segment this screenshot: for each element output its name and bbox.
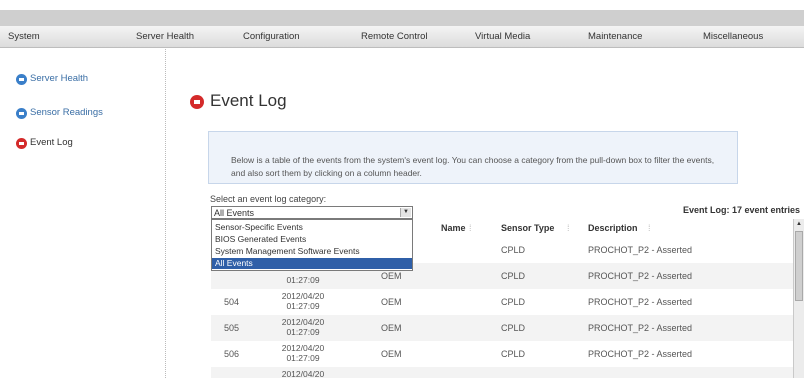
cell-id: 504 [224, 297, 240, 307]
sort-icon: ⁞ [567, 223, 570, 233]
nav-server-health[interactable]: Server Health [136, 26, 194, 48]
cell-description: PROCHOT_P2 - Asserted [588, 323, 693, 333]
option-all-events[interactable]: All Events [212, 258, 412, 269]
cell-sensor-name: OEM [381, 323, 402, 333]
scroll-up-icon[interactable]: ▲ [794, 219, 804, 229]
nav-system[interactable]: System [8, 26, 40, 48]
nav-maintenance[interactable]: Maintenance [588, 26, 642, 48]
category-label: Select an event log category: [210, 194, 327, 204]
cell-sensor-type: CPLD [501, 271, 526, 281]
column-header-name[interactable]: Name [441, 223, 466, 233]
table-scrollbar[interactable]: ▲ [793, 219, 804, 378]
cell-description: PROCHOT_P2 - Asserted [588, 245, 693, 255]
category-select[interactable]: All Events ▼ [211, 206, 413, 219]
column-header-description[interactable]: Description [588, 223, 638, 233]
option-system-management-software-events[interactable]: System Management Software Events [212, 246, 412, 257]
option-bios-generated-events[interactable]: BIOS Generated Events [212, 234, 412, 245]
category-dropdown[interactable]: Sensor-Specific Events BIOS Generated Ev… [211, 219, 413, 271]
table-row[interactable]: 505 2012/04/20 01:27:09 OEM CPLD PROCHOT_… [211, 315, 795, 341]
arrow-circle-icon [16, 74, 27, 85]
arrow-circle-icon [16, 138, 27, 149]
nav-virtual-media[interactable]: Virtual Media [475, 26, 530, 48]
sidebar-item-event-log[interactable]: Event Log [30, 135, 73, 151]
cell-sensor-name: OEM [381, 297, 402, 307]
sort-icon: ⁞ [648, 223, 651, 233]
main-nav: System Server Health Configuration Remot… [0, 26, 804, 48]
cell-time: 2012/04/20 01:27:09 [281, 343, 325, 363]
window-top [0, 0, 804, 10]
event-count: Event Log: 17 event entries [682, 205, 800, 215]
sidebar: Server Health Sensor Readings Event Log [0, 49, 166, 378]
info-text: Below is a table of the events from the … [231, 155, 715, 178]
cell-sensor-name: OEM [381, 349, 402, 359]
column-header-sensor-type[interactable]: Sensor Type [501, 223, 554, 233]
sidebar-item-sensor-readings[interactable]: Sensor Readings [30, 105, 103, 121]
cell-description: PROCHOT_P2 - Asserted [588, 349, 693, 359]
cell-sensor-type: CPLD [501, 323, 526, 333]
page-title: Event Log [210, 91, 287, 110]
cell-id: 505 [224, 323, 240, 333]
cell-sensor-name: OEM [381, 271, 402, 281]
option-sensor-specific-events[interactable]: Sensor-Specific Events [212, 222, 412, 233]
cell-sensor-type: CPLD [501, 349, 526, 359]
cell-time: 2012/04/20 01:27:09 [281, 291, 325, 311]
arrow-circle-icon [16, 108, 27, 119]
arrow-circle-icon [190, 95, 204, 109]
table-row[interactable]: 506 2012/04/20 01:27:09 OEM CPLD PROCHOT_… [211, 341, 795, 367]
nav-miscellaneous[interactable]: Miscellaneous [703, 26, 763, 48]
cell-sensor-type: CPLD [501, 297, 526, 307]
cell-description: PROCHOT_P2 - Asserted [588, 297, 693, 307]
header-bar [0, 10, 804, 26]
cell-id: 506 [224, 349, 240, 359]
category-select-value: All Events [214, 208, 255, 218]
cell-sensor-type: CPLD [501, 245, 526, 255]
scrollbar-thumb[interactable] [795, 231, 803, 301]
nav-remote-control[interactable]: Remote Control [361, 26, 428, 48]
chevron-down-icon[interactable]: ▼ [400, 208, 411, 217]
sort-icon: ⁞ [469, 223, 472, 233]
nav-configuration[interactable]: Configuration [243, 26, 300, 48]
cell-time: 2012/04/20 [281, 369, 325, 378]
cell-time: 2012/04/20 01:27:09 [281, 317, 325, 337]
cell-description: PROCHOT_P2 - Asserted [588, 271, 693, 281]
table-row[interactable]: 2012/04/20 [211, 367, 795, 378]
table-row[interactable]: 504 2012/04/20 01:27:09 OEM CPLD PROCHOT_… [211, 289, 795, 315]
sidebar-item-server-health[interactable]: Server Health [30, 71, 88, 87]
info-box: Below is a table of the events from the … [208, 131, 738, 184]
